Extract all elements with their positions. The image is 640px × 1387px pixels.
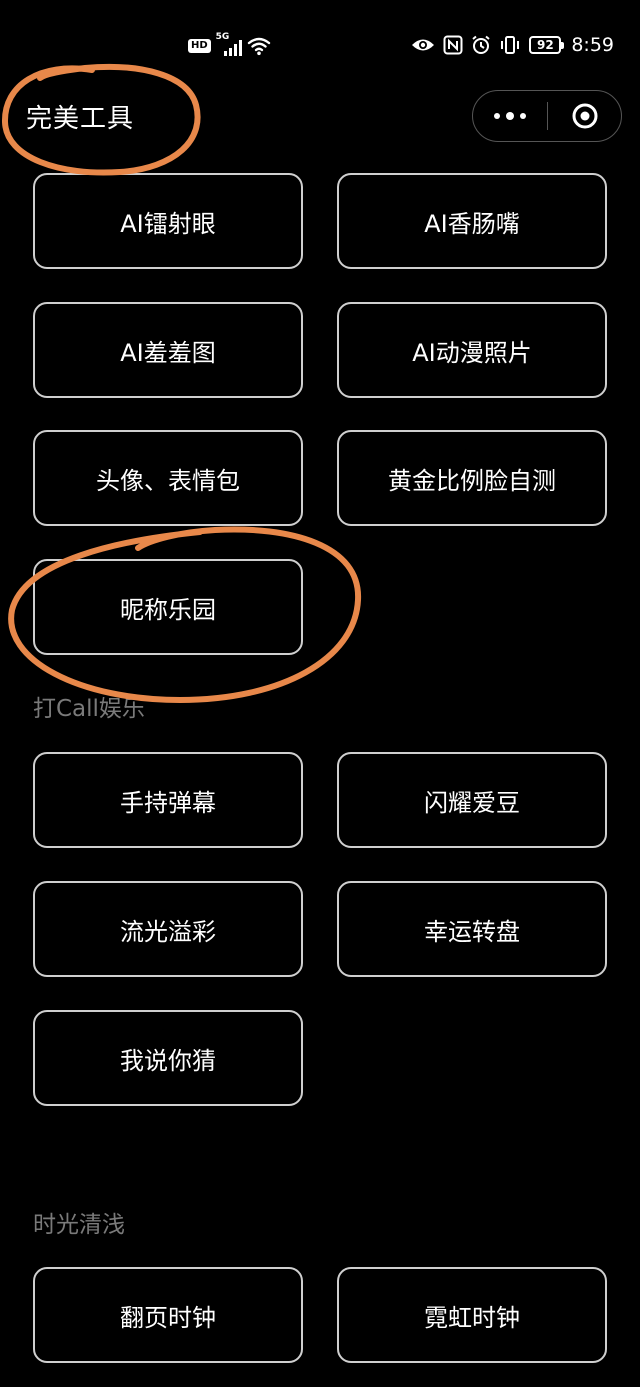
target-circle-icon[interactable]: [548, 91, 621, 141]
tool-button-sausage-mouth[interactable]: AI香肠嘴: [337, 173, 607, 269]
tool-button-shy-picture[interactable]: AI羞羞图: [33, 302, 303, 398]
section-title-entertainment: 打Call娱乐: [33, 696, 145, 722]
tool-button-guess-game[interactable]: 我说你猜: [33, 1010, 303, 1106]
clock-time: 8:59: [571, 34, 614, 56]
miniprogram-capsule: [472, 90, 622, 142]
status-right: 92 8:59: [411, 34, 614, 56]
tool-button-nickname-park[interactable]: 昵称乐园: [33, 559, 303, 655]
alarm-icon: [472, 35, 490, 54]
tool-button-golden-ratio-face[interactable]: 黄金比例脸自测: [337, 430, 607, 526]
tool-button-shining-idol[interactable]: 闪耀爱豆: [337, 752, 607, 848]
tool-button-handheld-barrage[interactable]: 手持弹幕: [33, 752, 303, 848]
nfc-icon: [443, 35, 463, 55]
tool-button-laser-eye[interactable]: AI镭射眼: [33, 173, 303, 269]
hd-icon: HD: [188, 39, 211, 53]
section-title-time: 时光清浅: [33, 1212, 125, 1238]
battery-level: 92: [536, 38, 554, 52]
eye-icon: [412, 39, 435, 51]
wifi-icon: [247, 37, 270, 56]
tool-button-neon-clock[interactable]: 霓虹时钟: [337, 1267, 607, 1363]
battery-icon: 92: [529, 36, 565, 54]
more-dots-icon[interactable]: [473, 91, 547, 141]
tool-button-streamer-colors[interactable]: 流光溢彩: [33, 881, 303, 977]
page-title: 完美工具: [26, 104, 135, 134]
tool-button-flip-clock[interactable]: 翻页时钟: [33, 1267, 303, 1363]
tool-button-avatar-emoji[interactable]: 头像、表情包: [33, 430, 303, 526]
vibrate-icon: [501, 36, 520, 54]
status-bar: HD 5G 92 8:59: [0, 0, 640, 90]
tool-button-anime-photo[interactable]: AI动漫照片: [337, 302, 607, 398]
signal-icon: 5G: [216, 32, 242, 56]
tool-button-lucky-wheel[interactable]: 幸运转盘: [337, 881, 607, 977]
status-left: HD 5G: [188, 32, 271, 56]
